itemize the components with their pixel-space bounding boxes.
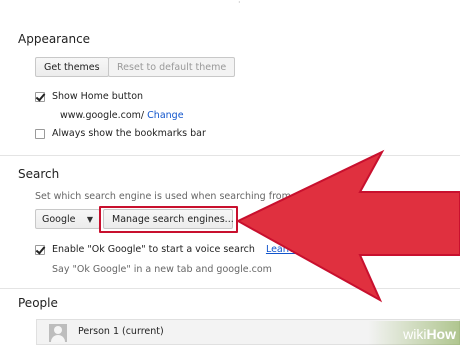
wikihow-how: How [426,326,456,342]
pointer-arrow-icon [235,149,460,303]
wikihow-logo: wikiHow [403,326,456,342]
arrow-shape [235,149,460,303]
wikihow-wiki: wiki [403,326,427,342]
